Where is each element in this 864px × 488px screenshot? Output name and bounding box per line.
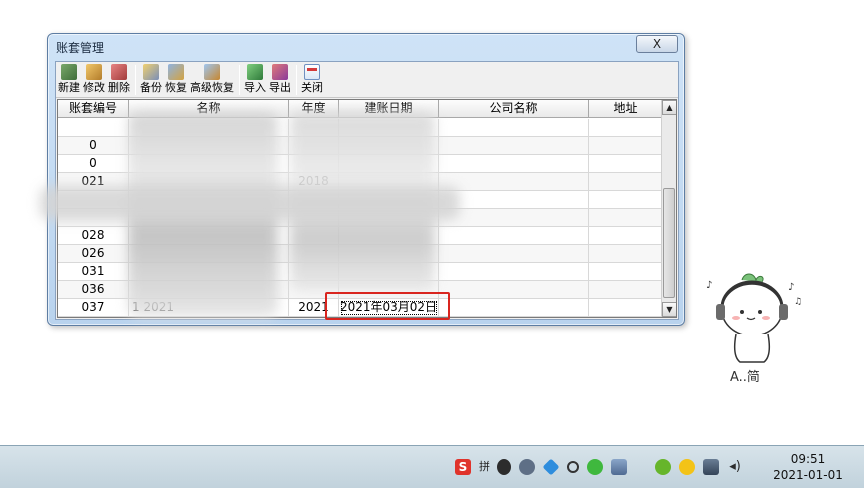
sticker-caption: A..简 bbox=[730, 370, 760, 385]
cell-code[interactable]: 0 bbox=[58, 137, 129, 155]
column-header-address[interactable]: 地址 bbox=[589, 100, 663, 118]
cell-company[interactable] bbox=[439, 209, 589, 227]
cell-address[interactable] bbox=[589, 245, 663, 263]
cell-address[interactable] bbox=[589, 227, 663, 245]
toolbar-separator bbox=[135, 65, 136, 95]
restore-button[interactable]: 恢复 bbox=[165, 62, 187, 94]
export-label: 导出 bbox=[269, 81, 291, 94]
close-label: 关闭 bbox=[301, 81, 323, 94]
toolbar: 新建 修改 删除 备份 恢复 高级恢复 导入 导出 关闭 bbox=[56, 62, 678, 98]
taskbar-clock[interactable]: 09:51 2021-01-01 bbox=[763, 448, 853, 488]
sogou-input-icon[interactable]: S bbox=[455, 459, 471, 475]
svg-text:♫: ♫ bbox=[794, 297, 802, 307]
shield-icon[interactable] bbox=[519, 459, 535, 475]
close-window-icon bbox=[304, 64, 320, 80]
scroll-thumb[interactable] bbox=[663, 188, 675, 298]
cell-code[interactable]: 0 bbox=[58, 155, 129, 173]
search-icon[interactable] bbox=[567, 461, 579, 473]
backup-icon bbox=[143, 64, 159, 80]
cell-code[interactable]: 036 bbox=[58, 281, 129, 299]
keyboard-icon[interactable]: 拼 bbox=[479, 459, 490, 475]
cell-address[interactable] bbox=[589, 299, 663, 317]
delete-icon bbox=[111, 64, 127, 80]
action-center-icon[interactable] bbox=[703, 459, 719, 475]
backup-button[interactable]: 备份 bbox=[140, 62, 162, 94]
cell-address[interactable] bbox=[589, 119, 663, 137]
new-button[interactable]: 新建 bbox=[58, 62, 80, 94]
scroll-down-icon[interactable]: ▼ bbox=[662, 302, 676, 317]
advanced-restore-button[interactable]: 高级恢复 bbox=[190, 62, 234, 94]
new-icon bbox=[61, 64, 77, 80]
cell-company[interactable] bbox=[439, 173, 589, 191]
cell-company[interactable] bbox=[439, 191, 589, 209]
backup-label: 备份 bbox=[140, 81, 162, 94]
new-label: 新建 bbox=[58, 81, 80, 94]
wechat-icon[interactable] bbox=[587, 459, 603, 475]
cell-company[interactable] bbox=[439, 299, 589, 317]
cell-company[interactable] bbox=[439, 227, 589, 245]
svg-text:♪: ♪ bbox=[706, 280, 712, 291]
cell-address[interactable] bbox=[589, 263, 663, 281]
network-icon[interactable] bbox=[611, 459, 627, 475]
svg-text:♪: ♪ bbox=[788, 282, 794, 293]
restore-label: 恢复 bbox=[165, 81, 187, 94]
restore-icon bbox=[168, 64, 184, 80]
cartoon-sticker: ♪ ♪ ♫ A..简 bbox=[702, 270, 814, 388]
taskbar: S 拼 ◂) 09:51 2021-01-01 bbox=[0, 445, 864, 488]
advanced-restore-icon bbox=[204, 64, 220, 80]
cell-code[interactable]: 026 bbox=[58, 245, 129, 263]
cell-company[interactable] bbox=[439, 245, 589, 263]
redaction-blur bbox=[40, 186, 460, 220]
clock-date: 2021-01-01 bbox=[773, 468, 843, 482]
edit-label: 修改 bbox=[83, 81, 105, 94]
date-highlight-box bbox=[325, 292, 450, 320]
vertical-scrollbar[interactable]: ▲ ▼ bbox=[661, 100, 676, 317]
column-header-code[interactable]: 账套编号 bbox=[58, 100, 129, 118]
cell-address[interactable] bbox=[589, 191, 663, 209]
delete-button[interactable]: 删除 bbox=[108, 62, 130, 94]
clock-time: 09:51 bbox=[790, 452, 826, 466]
window-title: 账套管理 bbox=[56, 41, 105, 55]
edit-icon bbox=[86, 64, 102, 80]
desktop: 账套管理 X 新建 修改 删除 备份 恢复 高级恢复 导入 导出 关闭 账套编号… bbox=[0, 0, 864, 488]
green-app-icon[interactable] bbox=[655, 459, 671, 475]
scroll-up-icon[interactable]: ▲ bbox=[662, 100, 676, 115]
cell-address[interactable] bbox=[589, 137, 663, 155]
cell-company[interactable] bbox=[439, 155, 589, 173]
import-icon bbox=[247, 64, 263, 80]
cell-code[interactable]: 037 bbox=[58, 299, 129, 317]
cell-code[interactable] bbox=[58, 119, 129, 137]
volume-icon[interactable]: ◂) bbox=[727, 459, 743, 475]
cell-company[interactable] bbox=[439, 281, 589, 299]
cell-company[interactable] bbox=[439, 263, 589, 281]
cube-icon[interactable] bbox=[542, 458, 560, 476]
cell-address[interactable] bbox=[589, 209, 663, 227]
cell-code[interactable]: 028 bbox=[58, 227, 129, 245]
import-label: 导入 bbox=[244, 81, 266, 94]
export-button[interactable]: 导出 bbox=[269, 62, 291, 94]
export-icon bbox=[272, 64, 288, 80]
import-button[interactable]: 导入 bbox=[244, 62, 266, 94]
cell-code[interactable]: 031 bbox=[58, 263, 129, 281]
close-button[interactable]: 关闭 bbox=[301, 62, 323, 94]
toolbar-separator bbox=[296, 65, 297, 95]
window-close-button[interactable]: X bbox=[636, 35, 678, 53]
cell-address[interactable] bbox=[589, 173, 663, 191]
pen-icon[interactable] bbox=[497, 459, 511, 475]
advanced-restore-label: 高级恢复 bbox=[190, 81, 234, 94]
toolbar-separator bbox=[239, 65, 240, 95]
yellow-app-icon[interactable] bbox=[679, 459, 695, 475]
column-header-company[interactable]: 公司名称 bbox=[439, 100, 589, 118]
cell-company[interactable] bbox=[439, 137, 589, 155]
cell-company[interactable] bbox=[439, 119, 589, 137]
system-tray: S 拼 ◂) bbox=[455, 455, 751, 479]
cell-address[interactable] bbox=[589, 155, 663, 173]
cell-address[interactable] bbox=[589, 281, 663, 299]
delete-label: 删除 bbox=[108, 81, 130, 94]
edit-button[interactable]: 修改 bbox=[83, 62, 105, 94]
